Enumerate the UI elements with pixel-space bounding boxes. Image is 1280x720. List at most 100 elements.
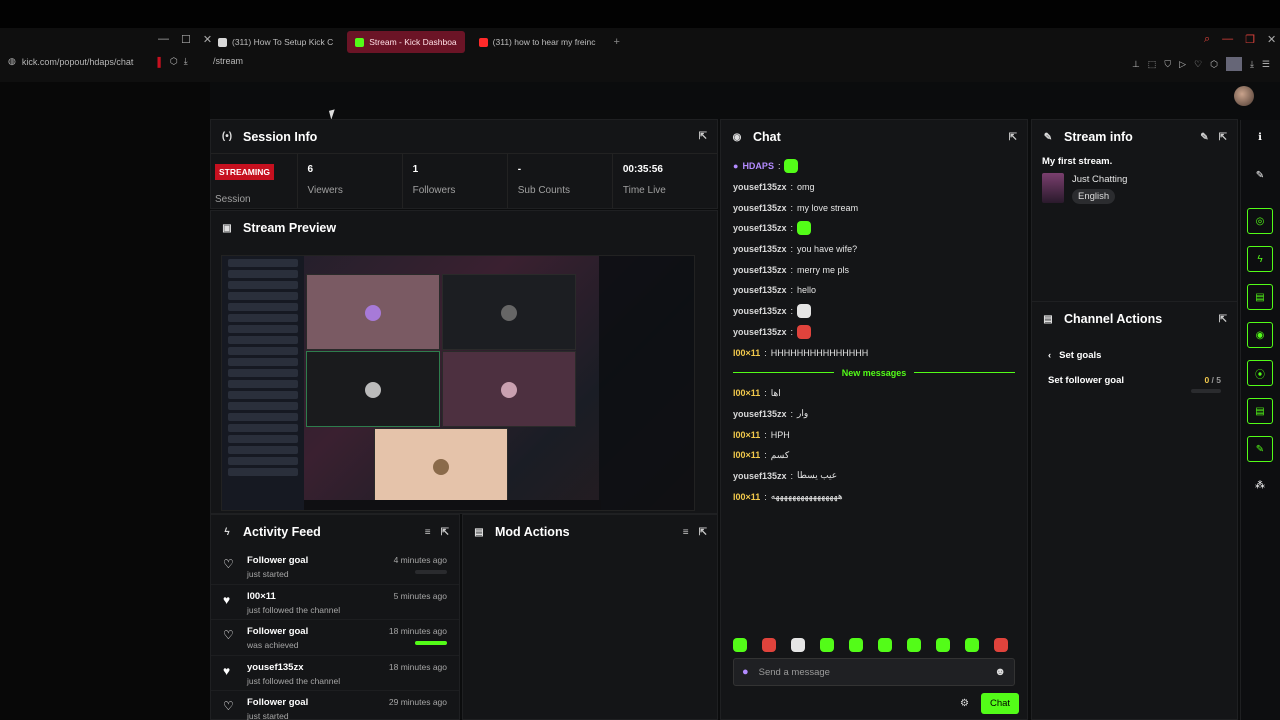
chat-text: merry me pls xyxy=(797,264,850,275)
emote-icon[interactable] xyxy=(994,638,1008,652)
chat-username[interactable]: yousef135zx xyxy=(733,265,787,275)
chat-username[interactable]: yousef135zx xyxy=(733,244,787,254)
chat-username[interactable]: l00×11 xyxy=(733,430,760,440)
popout-url[interactable]: ◍ kick.com/popout/hdaps/chat ▌ ⬡ ⤓ xyxy=(8,56,188,67)
chat-bubble-icon: ◉ xyxy=(732,131,742,143)
popout-icon[interactable]: ⇱ xyxy=(1219,314,1227,325)
set-goals-back-button[interactable]: ‹ Set goals xyxy=(1032,336,1237,361)
list-item: ♡ Follower goal just started 29 minutes … xyxy=(211,691,459,720)
chat-username[interactable]: yousef135zx xyxy=(733,306,787,316)
stream-info-panel: ✎ Stream info ✎ ⇱ My first stream. Just … xyxy=(1031,119,1238,302)
emoji-icon[interactable]: ☻ xyxy=(994,666,1006,678)
user-avatar[interactable] xyxy=(1234,86,1254,106)
chat-username[interactable]: yousef135zx xyxy=(733,223,787,233)
search-icon[interactable]: ⌕ xyxy=(1204,33,1210,46)
chat-username[interactable]: yousef135zx xyxy=(733,327,787,337)
chat-username[interactable]: yousef135zx xyxy=(733,471,787,481)
emote-icon[interactable] xyxy=(878,638,892,652)
wrench-icon[interactable]: ✎ xyxy=(1247,436,1273,462)
minimize-icon[interactable]: — xyxy=(1222,33,1233,46)
shield-icon[interactable]: ▤ xyxy=(1247,284,1273,310)
tab-youtube[interactable]: (311) how to hear my freinc xyxy=(471,31,604,53)
new-messages-divider[interactable]: New messages xyxy=(733,363,1016,383)
emote-icon[interactable] xyxy=(849,638,863,652)
stat-label: Followers xyxy=(412,185,456,196)
chat-username[interactable]: l00×11 xyxy=(733,450,760,460)
kick-favicon-icon xyxy=(355,37,365,47)
follower-goal-row[interactable]: Set follower goal 0 / 5 xyxy=(1032,361,1237,393)
edit-icon[interactable]: ✎ xyxy=(1200,132,1208,143)
extension-icon[interactable]: ⬡ xyxy=(1210,59,1218,70)
close-icon[interactable]: ✕ xyxy=(1267,33,1276,46)
broadcast-icon: (•) xyxy=(221,131,233,142)
tab-kick-dashboard[interactable]: Stream - Kick Dashboa xyxy=(347,31,465,53)
panel-title: Channel Actions xyxy=(1064,312,1163,326)
chat-username[interactable]: yousef135zx xyxy=(733,285,787,295)
play-icon[interactable]: ▷ xyxy=(1179,59,1186,70)
stream-preview-video[interactable] xyxy=(221,255,695,511)
feed-item-desc: was achieved xyxy=(247,640,299,650)
maximize-icon[interactable]: ☐ xyxy=(181,33,191,46)
session-info-icon[interactable]: ◎ xyxy=(1247,208,1273,234)
extension-icon[interactable]: ⬡ xyxy=(170,56,178,67)
stat-viewers: 6 Viewers xyxy=(298,154,403,208)
address-bar[interactable]: /stream xyxy=(213,56,243,66)
chat-username[interactable]: yousef135zx xyxy=(733,182,787,192)
emote-icon[interactable] xyxy=(936,638,950,652)
filter-icon[interactable]: ≡ xyxy=(683,527,689,538)
info-icon[interactable]: ℹ xyxy=(1247,124,1273,150)
menu-icon[interactable]: ☰ xyxy=(1262,59,1270,70)
session-label: Session xyxy=(215,194,251,205)
chat-username[interactable]: l00×11 xyxy=(733,348,760,358)
emote-icon[interactable] xyxy=(907,638,921,652)
emote-icon[interactable] xyxy=(733,638,747,652)
screenshot-icon[interactable]: ⬚ xyxy=(1148,59,1157,70)
chat-username[interactable]: l00×11 xyxy=(733,492,760,502)
emote-icon[interactable] xyxy=(965,638,979,652)
channel-actions-icon[interactable]: ▤ xyxy=(1247,398,1273,424)
tab-kick-setup[interactable]: (311) How To Setup Kick C xyxy=(210,31,341,53)
emote-icon[interactable] xyxy=(820,638,834,652)
gear-icon[interactable]: ⚙ xyxy=(960,698,969,709)
pencil-icon[interactable]: ✎ xyxy=(1247,162,1273,188)
new-tab-button[interactable]: + xyxy=(614,36,620,48)
filter-icon[interactable]: ≡ xyxy=(425,527,431,538)
goal-current: 0 xyxy=(1204,375,1210,385)
bolt-icon[interactable]: ϟ xyxy=(1247,246,1273,272)
chat-message-input[interactable]: ● Send a message ☻ xyxy=(733,658,1015,686)
emote-icon[interactable] xyxy=(791,638,805,652)
popout-icon[interactable]: ⇱ xyxy=(699,527,707,538)
popout-icon[interactable]: ⇱ xyxy=(1219,132,1227,143)
chat-username[interactable]: l00×11 xyxy=(733,388,760,398)
popout-icon[interactable]: ⇱ xyxy=(1009,132,1017,143)
minimize-icon[interactable]: — xyxy=(158,33,169,46)
chat-username[interactable]: HDAPS xyxy=(742,161,774,171)
profile-icon[interactable] xyxy=(1225,57,1242,71)
emote-icon[interactable] xyxy=(762,638,776,652)
pin-icon[interactable]: ⊥ xyxy=(1132,59,1140,70)
shield-icon[interactable]: ⛉ xyxy=(1164,59,1171,70)
stat-time-live: 00:35:56 Time Live xyxy=(613,154,717,208)
popout-icon[interactable]: ⇱ xyxy=(699,131,707,142)
chat-bubble-icon[interactable]: ◉ xyxy=(1247,322,1273,348)
chat-username[interactable]: yousef135zx xyxy=(733,203,787,213)
chat-username[interactable]: yousef135zx xyxy=(733,409,787,419)
download-icon[interactable]: ⤓ xyxy=(184,56,188,67)
activity-feed-list: ♡ Follower goal just started 4 minutes a… xyxy=(211,549,459,720)
call-tile xyxy=(442,274,576,350)
heart-filled-icon: ♥ xyxy=(223,592,231,607)
category-thumbnail xyxy=(1042,173,1064,203)
restore-icon[interactable]: ❐ xyxy=(1245,33,1255,46)
channel-actions-icon: ▤ xyxy=(1043,313,1053,325)
popout-icon[interactable]: ⇱ xyxy=(441,527,449,538)
call-tile xyxy=(306,274,440,350)
heart-icon[interactable]: ♡ xyxy=(1194,59,1202,70)
stat-value: 6 xyxy=(307,164,314,175)
new-messages-label: New messages xyxy=(841,367,907,378)
broadcast-icon[interactable]: ⦿ xyxy=(1247,360,1273,386)
chat-send-button[interactable]: Chat xyxy=(981,693,1019,714)
download-icon[interactable]: ⤓ xyxy=(1250,59,1254,70)
add-widget-icon[interactable]: ⁂ xyxy=(1247,472,1273,498)
mic-icon[interactable]: ● xyxy=(742,666,749,678)
list-item: ♡ Follower goal just started 4 minutes a… xyxy=(211,549,459,585)
